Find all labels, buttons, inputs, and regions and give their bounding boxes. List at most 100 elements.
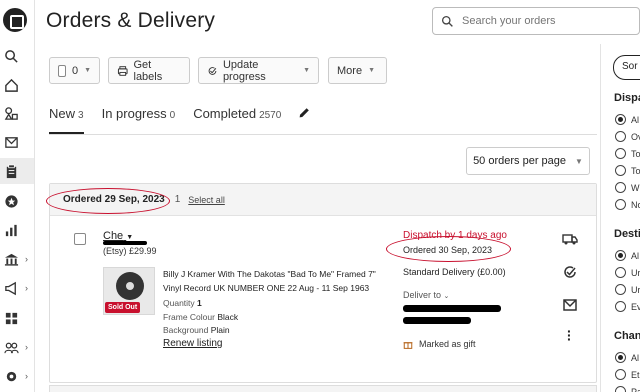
- dispatch-filter-option[interactable]: W: [615, 182, 640, 193]
- destination-filter-option[interactable]: Ur: [615, 267, 640, 278]
- gift-icon: [403, 342, 413, 349]
- annotation-circle: [46, 188, 170, 214]
- group-order-count: 1: [174, 194, 181, 205]
- shipping-truck-icon[interactable]: [562, 231, 578, 247]
- bulk-select-dropdown[interactable]: 0 ▼: [49, 57, 100, 84]
- home-icon[interactable]: [0, 72, 34, 98]
- product-thumbnail[interactable]: Sold Out: [103, 267, 155, 315]
- more-label: More: [337, 64, 363, 77]
- get-labels-button[interactable]: Get labels: [108, 57, 190, 84]
- star-seller-icon[interactable]: [0, 188, 34, 214]
- search-box[interactable]: [432, 7, 640, 35]
- channel-filter-option[interactable]: Pa: [615, 386, 640, 392]
- tab-in-progress-label: In progress: [101, 106, 167, 121]
- more-options-icon[interactable]: · · ·: [567, 324, 572, 346]
- option-label: Al: [631, 352, 640, 363]
- messages-icon[interactable]: [0, 129, 34, 155]
- tab-new-count: 3: [78, 110, 84, 121]
- marked-as-gift-label: Marked as gift: [419, 339, 476, 349]
- channel-filter-option[interactable]: Al: [615, 352, 639, 363]
- tabs-divider: [49, 134, 597, 135]
- renew-listing-link[interactable]: Renew listing: [163, 338, 222, 349]
- order-checkbox[interactable]: [74, 233, 86, 245]
- more-actions-button[interactable]: More ▼: [328, 57, 387, 84]
- edit-tabs-pencil-icon[interactable]: [297, 106, 311, 120]
- radio[interactable]: [615, 131, 626, 142]
- stats-icon[interactable]: [0, 217, 34, 243]
- option-label: To: [631, 148, 640, 159]
- marketing-megaphone-icon[interactable]: ›: [0, 275, 34, 301]
- radio[interactable]: [615, 182, 626, 193]
- progress-check-icon: [208, 66, 217, 75]
- message-buyer-icon[interactable]: [562, 297, 578, 313]
- radio[interactable]: [615, 165, 626, 176]
- finances-bank-icon[interactable]: ›: [0, 246, 34, 272]
- order-status-tabs: New 3 In progress 0 Completed 2570: [49, 106, 299, 134]
- radio[interactable]: [615, 267, 626, 278]
- mark-complete-icon[interactable]: [562, 264, 578, 280]
- listings-icon[interactable]: [0, 100, 34, 126]
- sort-button[interactable]: Sor: [613, 55, 640, 80]
- orders-per-page-select[interactable]: 50 orders per page ▼: [466, 147, 590, 175]
- option-label: Ur: [631, 267, 640, 278]
- redacted-mark: [403, 317, 471, 324]
- radio[interactable]: [615, 386, 626, 392]
- frame-colour-label: Frame Colour: [163, 312, 215, 322]
- radio[interactable]: [615, 199, 626, 210]
- dispatch-filter-option[interactable]: No: [615, 199, 640, 210]
- search-icon: [441, 15, 453, 27]
- integrations-grid-icon[interactable]: [0, 305, 34, 331]
- search-nav-icon[interactable]: [0, 43, 34, 69]
- etsy-shop-logo-icon[interactable]: [3, 8, 27, 32]
- chevron-down-icon: ⌄: [443, 293, 450, 300]
- app-window: › › › › Orders & Delivery 0 ▼ Get labels: [0, 0, 640, 392]
- radio[interactable]: [615, 284, 626, 295]
- tab-completed-count: 2570: [259, 110, 282, 121]
- annotation-circle: [386, 236, 511, 262]
- selected-count: 0: [71, 64, 79, 77]
- background-label: Background: [163, 325, 209, 335]
- tab-completed[interactable]: Completed 2570: [193, 106, 281, 121]
- radio-selected[interactable]: [615, 250, 626, 261]
- radio[interactable]: [615, 369, 626, 380]
- caret-down-icon: ▼: [84, 67, 91, 74]
- tab-new[interactable]: New 3: [49, 106, 84, 134]
- radio[interactable]: [615, 148, 626, 159]
- delivery-cost: (£0.00): [477, 267, 506, 277]
- label-printer-icon: [117, 65, 128, 76]
- community-people-icon[interactable]: ›: [0, 334, 34, 360]
- channel-filter-option[interactable]: Et: [615, 369, 640, 380]
- select-all-link[interactable]: Select all: [188, 195, 225, 205]
- radio-selected[interactable]: [615, 352, 626, 363]
- option-label: Al: [631, 250, 640, 261]
- get-labels-label: Get labels: [133, 58, 163, 83]
- caret-down-icon: ▼: [303, 67, 310, 74]
- quantity-label: Quantity: [163, 298, 195, 308]
- bulk-select-checkbox[interactable]: [58, 64, 66, 77]
- caret-down-icon: ▼: [126, 234, 134, 241]
- dispatch-filter-option[interactable]: To: [615, 148, 640, 159]
- settings-gear-icon[interactable]: ›: [0, 363, 34, 389]
- channel-filter-heading: Chan: [614, 330, 640, 342]
- background-attribute: Background Plain: [163, 325, 230, 335]
- dispatch-filter-option[interactable]: Al: [615, 114, 639, 125]
- destination-filter-option[interactable]: Ev: [615, 301, 640, 312]
- background-value: Plain: [210, 325, 230, 335]
- option-label: Al: [631, 114, 640, 125]
- destination-filter-option[interactable]: Ur: [615, 284, 640, 295]
- dispatch-filter-option[interactable]: To: [615, 165, 640, 176]
- tab-in-progress[interactable]: In progress 0: [102, 106, 176, 121]
- update-progress-button[interactable]: Update progress ▼: [198, 57, 319, 84]
- destination-filter-option[interactable]: Al: [615, 250, 639, 261]
- option-label: Ov: [631, 131, 640, 142]
- chevron-right-icon: ›: [25, 254, 28, 264]
- radio[interactable]: [615, 301, 626, 312]
- order-channel-price: (Etsy) £29.99: [103, 246, 157, 256]
- search-input[interactable]: [462, 15, 612, 27]
- deliver-to-toggle[interactable]: Deliver to ⌄: [403, 290, 449, 300]
- redacted-mark: [403, 305, 501, 312]
- radio-selected[interactable]: [615, 114, 626, 125]
- orders-clipboard-icon[interactable]: [0, 158, 34, 184]
- page-title: Orders & Delivery: [46, 9, 216, 32]
- dispatch-filter-option[interactable]: Ov: [615, 131, 640, 142]
